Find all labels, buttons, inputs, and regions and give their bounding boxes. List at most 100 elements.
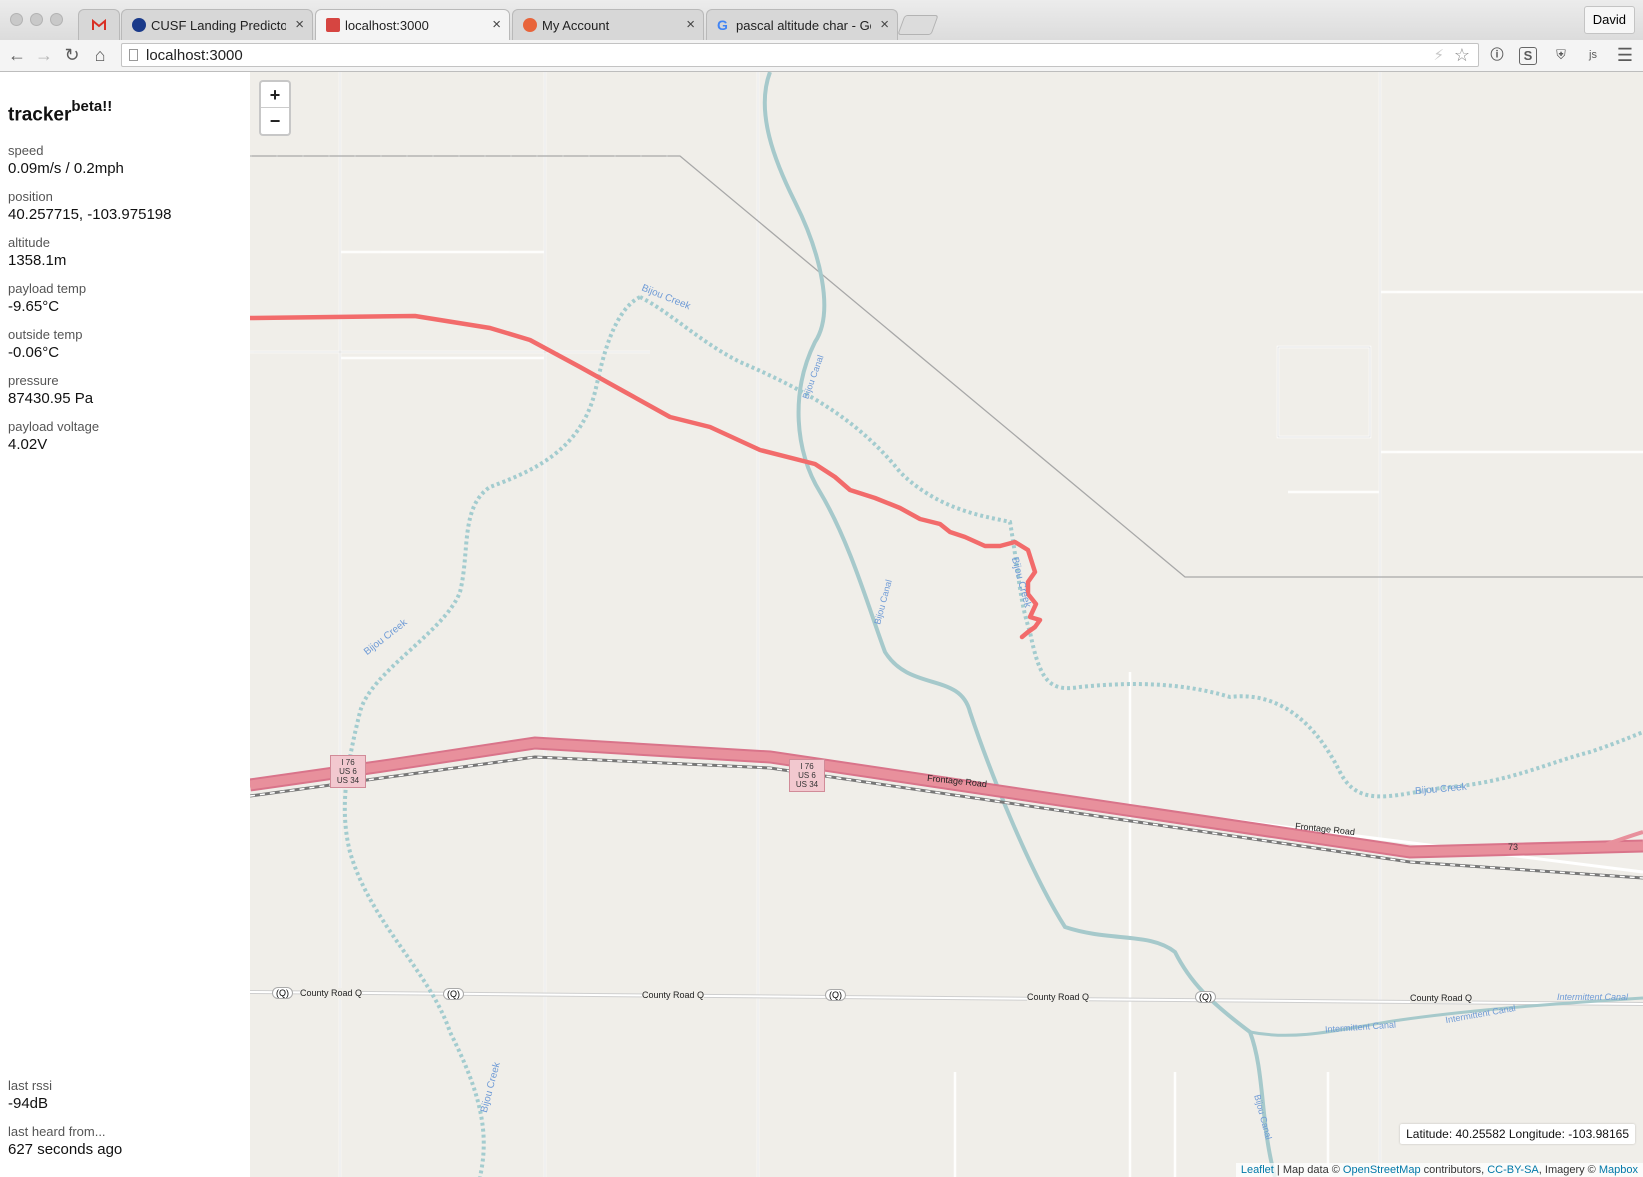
tab-cusf-predictor[interactable]: CUSF Landing Predictor 2.5 × [121,9,313,40]
app-title-text: tracker [8,104,72,126]
zoom-out-button[interactable]: − [261,108,289,134]
home-icon[interactable]: ⌂ [90,44,110,66]
bookmark-star-icon[interactable]: ☆ [1454,45,1470,66]
highway-shield-us6: US 6 [339,767,357,776]
cusf-icon [132,18,146,32]
speed-stat: speed 0.09m/s / 0.2mph [8,143,124,178]
beta-badge: beta!! [71,98,113,115]
stat-label: payload voltage [8,419,100,434]
account-icon [523,18,537,32]
stat-value: -94dB [8,1095,49,1112]
highway-shield-i76: I 76 [800,762,814,771]
map-attribution: Leaflet | Map data © OpenStreetMap contr… [1235,1163,1643,1177]
close-window-button[interactable] [10,13,23,26]
app-title: trackerbeta!! [8,98,113,126]
highway-shield: I 76 US 6 US 34 [330,755,366,788]
map-tiles [250,72,1643,1177]
altitude-stat: altitude 1358.1m [8,235,66,270]
highway-shield-i76: I 76 [341,758,355,767]
highway-shield: I 76 US 6 US 34 [789,759,825,792]
address-bar[interactable]: ⚡︎ ☆ [121,43,1479,67]
road-outlines [250,72,1381,1177]
js-extension-icon[interactable]: js [1583,45,1603,65]
route-73-label: 73 [1508,842,1519,852]
attribution-text: , Imagery © [1538,1164,1599,1176]
mapbox-link[interactable]: Mapbox [1599,1164,1638,1176]
browser-toolbar: ← → ↻ ⌂ ⚡︎ ☆ ⓘ S ⛨ js ☰ [0,40,1643,72]
zoom-in-button[interactable]: + [261,82,289,108]
forward-arrow-icon[interactable]: → [34,44,54,66]
stat-label: speed [8,143,44,158]
map-view[interactable]: Bijou Creek Bijou Creek Bijou Creek Bijo… [250,72,1643,1177]
close-tab-icon[interactable]: × [686,16,695,33]
county-road-label: County Road Q [300,988,363,998]
pressure-stat: pressure 87430.95 Pa [8,373,93,408]
coordinate-readout: Latitude: 40.25582 Longitude: -103.98165 [1400,1124,1635,1144]
power-lines [250,155,1643,578]
tab-title: localhost:3000 [345,18,429,33]
stat-value: -9.65°C [8,298,60,315]
maximize-window-button[interactable] [50,13,63,26]
balloon-track [250,313,1043,640]
tab-title: My Account [542,18,610,33]
stat-value: -0.06°C [8,344,60,361]
road-q-shield: (Q) [272,987,293,999]
minimize-window-button[interactable] [30,13,43,26]
gmail-icon [92,18,106,33]
payload-voltage-stat: payload voltage 4.02V [8,419,99,454]
localhost-icon [326,18,340,32]
stat-label: last rssi [8,1078,53,1093]
menu-icon[interactable]: ☰ [1615,45,1635,65]
bijou-canal [762,72,1277,1177]
minor-roads [250,72,1643,1177]
license-link[interactable]: CC-BY-SA [1487,1164,1539,1176]
stat-value: 87430.95 Pa [8,390,94,407]
county-road-label: County Road Q [1410,993,1473,1003]
openstreetmap-link[interactable]: OpenStreetMap [1343,1164,1421,1176]
google-icon: G [717,17,728,33]
bolt-icon[interactable]: ⚡︎ [1433,46,1444,64]
stat-label: payload temp [8,281,87,296]
road-q-shield: (Q) [1195,991,1216,1003]
profile-button[interactable]: David [1583,6,1635,34]
tab-google-search[interactable]: G pascal altitude char - Google × [706,9,898,40]
stat-label: outside temp [8,327,83,342]
road-q-shield: (Q) [825,989,846,1001]
position-stat: position 40.257715, -103.975198 [8,189,171,224]
highway-shield-us34: US 34 [336,776,360,785]
close-tab-icon[interactable]: × [880,16,889,33]
stat-value: 627 seconds ago [8,1141,123,1158]
tab-title: pascal altitude char - Google [736,18,871,33]
road-q-shield: (Q) [443,988,464,1000]
back-arrow-icon[interactable]: ← [7,44,27,66]
county-road-label: County Road Q [642,990,705,1000]
stat-value: 40.257715, -103.975198 [8,206,172,223]
shield-extension-icon[interactable]: ⛨ [1551,45,1571,65]
s-extension-icon[interactable]: S [1519,47,1537,65]
tracker-sidebar: trackerbeta!! speed 0.09m/s / 0.2mph pos… [0,72,250,1177]
payload-temp-stat: payload temp -9.65°C [8,281,86,316]
interstate-76 [250,736,1643,859]
highway-shield-us34: US 34 [795,780,819,789]
leaflet-link[interactable]: Leaflet [1241,1164,1274,1176]
close-tab-icon[interactable]: × [492,16,501,33]
zoom-control: + − [259,80,291,136]
tab-gmail[interactable] [78,9,120,40]
outside-temp-stat: outside temp -0.06°C [8,327,82,362]
stat-value: 0.09m/s / 0.2mph [8,160,124,177]
tab-title: CUSF Landing Predictor 2.5 [151,18,286,33]
tab-localhost[interactable]: localhost:3000 × [315,9,510,41]
intermittent-canal-label: Intermittent Canal [1557,992,1629,1002]
tab-my-account[interactable]: My Account × [512,9,704,40]
close-tab-icon[interactable]: × [295,16,304,33]
url-input[interactable] [146,46,1416,64]
info-extension-icon[interactable]: ⓘ [1487,45,1507,65]
last-rssi-stat: last rssi -94dB [8,1078,52,1113]
reload-icon[interactable]: ↻ [62,44,82,66]
new-tab-button[interactable] [897,15,939,35]
stat-value: 4.02V [8,436,48,453]
highway-shield-us6: US 6 [798,771,816,780]
page-icon [129,49,138,61]
county-road-label: County Road Q [1027,992,1090,1002]
stat-label: last heard from... [8,1124,106,1139]
